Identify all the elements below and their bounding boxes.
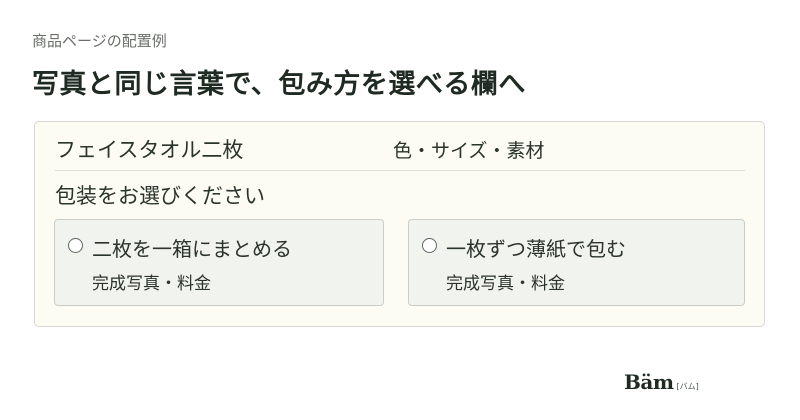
product-name: フェイスタオル二枚 bbox=[55, 138, 244, 162]
logo-subtext: [バム] bbox=[676, 382, 699, 391]
option-label: 一枚ずつ薄紙で包む bbox=[446, 237, 626, 261]
product-options-card: フェイスタオル二枚 色・サイズ・素材 包装をお選びください 二枚を一箱にまとめる… bbox=[34, 121, 765, 327]
wrapping-question: 包装をお選びください bbox=[55, 184, 265, 208]
wrapping-option-individual[interactable]: 一枚ずつ薄紙で包む 完成写真・料金 bbox=[408, 219, 745, 306]
product-row: フェイスタオル二枚 色・サイズ・素材 bbox=[55, 134, 745, 171]
page-title: 写真と同じ言葉で、包み方を選べる欄へ bbox=[32, 69, 526, 100]
brand-logo: Bäm [バム] bbox=[624, 370, 699, 394]
product-attributes: 色・サイズ・素材 bbox=[393, 140, 545, 162]
option-note: 完成写真・料金 bbox=[92, 274, 211, 294]
logo-wordmark: Bäm bbox=[624, 370, 674, 394]
radio-button[interactable] bbox=[68, 238, 83, 253]
wrapping-option-box[interactable]: 二枚を一箱にまとめる 完成写真・料金 bbox=[54, 219, 384, 306]
option-note: 完成写真・料金 bbox=[446, 274, 565, 294]
option-label: 二枚を一箱にまとめる bbox=[92, 237, 292, 261]
page-caption: 商品ページの配置例 bbox=[32, 32, 167, 50]
radio-button[interactable] bbox=[422, 238, 437, 253]
